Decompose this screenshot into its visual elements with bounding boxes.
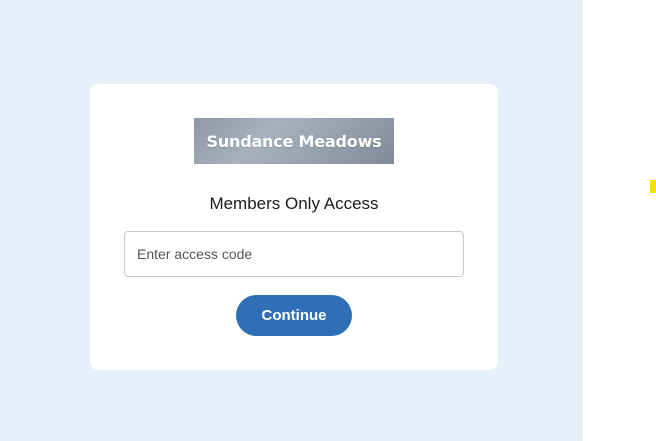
logo-text: Sundance Meadows <box>206 131 382 151</box>
background-panel: Sundance Meadows Members Only Access Con… <box>0 0 583 441</box>
yellow-marker <box>650 180 656 193</box>
access-code-input[interactable] <box>124 231 464 277</box>
page: Sundance Meadows Members Only Access Con… <box>0 0 656 441</box>
page-title: Members Only Access <box>209 194 379 213</box>
access-card: Sundance Meadows Members Only Access Con… <box>90 84 498 370</box>
sundance-meadows-logo: Sundance Meadows <box>194 118 394 164</box>
continue-button[interactable]: Continue <box>236 295 352 336</box>
right-panel <box>583 0 656 441</box>
